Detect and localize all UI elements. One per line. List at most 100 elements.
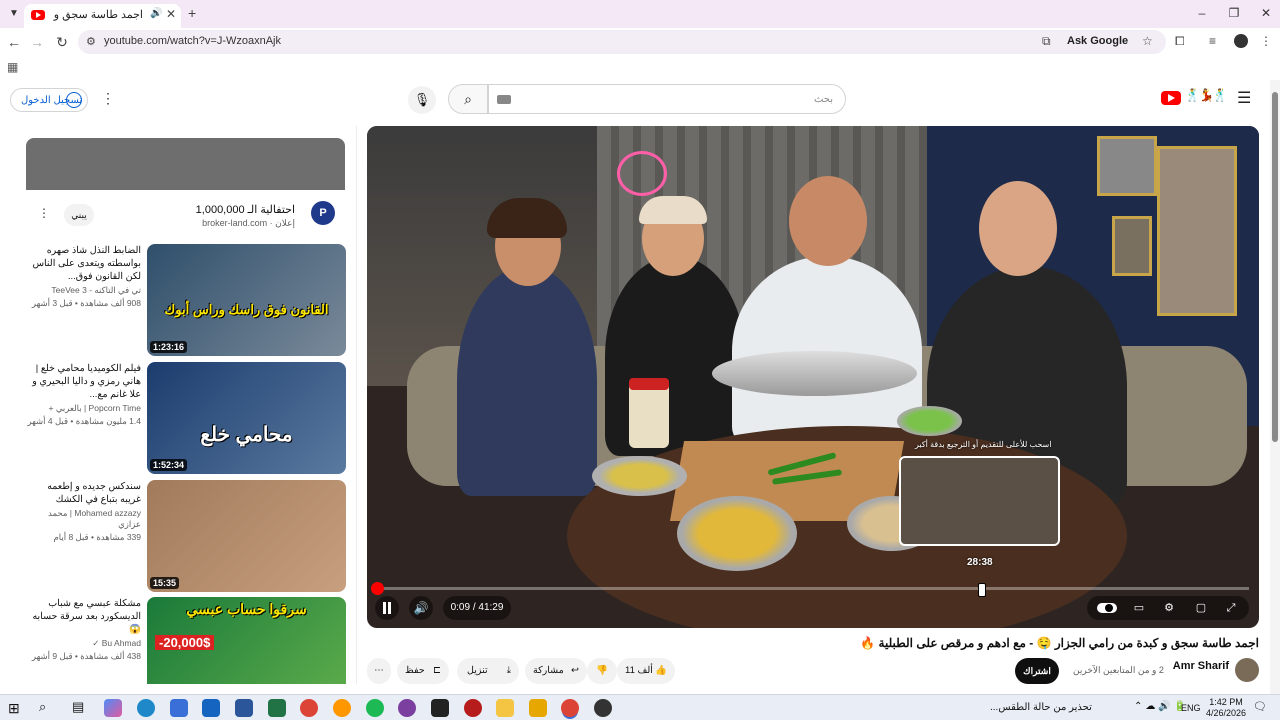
clock[interactable]: 1:42 PM 4/26/2026: [1204, 697, 1248, 719]
dislike-button[interactable]: 👎: [587, 658, 617, 684]
fullscreen-icon[interactable]: ⤢: [1219, 596, 1243, 620]
chrome-icon[interactable]: [300, 699, 318, 717]
start-menu-icon[interactable]: ⊞: [8, 700, 20, 717]
tab-search-icon[interactable]: ▼: [6, 6, 22, 22]
recommendation-thumbnail[interactable]: سرقوا حساب عبسي 20,000$-: [147, 597, 346, 684]
tab-close-icon[interactable]: ✕: [166, 7, 176, 21]
browser-tab[interactable]: اجمد طاسة سجق و كبدة مع 🔊 ✕: [24, 4, 181, 28]
recommendation-channel[interactable]: تي في التاكنه - TeeVee 3: [26, 285, 141, 296]
recommendation-thumbnail[interactable]: القانون فوق راسك وراس أبوك 1:23:16: [147, 244, 346, 356]
search-button[interactable]: ⌕: [448, 84, 488, 114]
save-button[interactable]: حفظ ⊏: [397, 658, 449, 684]
pause-button[interactable]: [375, 596, 399, 620]
word-icon[interactable]: [235, 699, 253, 717]
settings-gear-icon[interactable]: ⚙: [1157, 596, 1181, 620]
recommendation-item[interactable]: سرقوا حساب عبسي 20,000$- مشكلة عبسي مع ش…: [26, 597, 346, 684]
app-icon[interactable]: [529, 699, 547, 717]
address-bar[interactable]: ⚙ youtube.com/watch?v=J-WzoaxnAjk ⧉ Ask …: [78, 30, 1166, 54]
recommendation-title[interactable]: الضابط النذل شاذ صهره بواسطته ويتعدى على…: [26, 244, 141, 283]
copilot-icon[interactable]: [104, 699, 122, 717]
youtube-doodle[interactable]: 🕺💃🕺: [1185, 88, 1228, 102]
recommendation-item[interactable]: محامي خلع 1:52:34 فيلم الكوميديا محامي خ…: [26, 362, 346, 474]
recommendation-thumbnail[interactable]: 15:35: [147, 480, 346, 592]
recommendation-channel[interactable]: Mohamed azzazy | محمد عزازي: [26, 508, 141, 530]
extensions-icon[interactable]: ⧠: [1175, 34, 1185, 49]
recommendation-item[interactable]: 15:35 سندكس جديده و إطعمه غريبه بتباع في…: [26, 480, 346, 592]
task-view-icon[interactable]: ▤: [72, 699, 84, 715]
like-button[interactable]: 11 ألف 👍: [617, 658, 675, 684]
back-icon[interactable]: ←: [5, 34, 23, 50]
chrome-menu-icon[interactable]: ⋮: [1260, 34, 1272, 48]
spotify-icon[interactable]: [366, 699, 384, 717]
ad-menu-icon[interactable]: ⋮: [38, 206, 50, 220]
download-button[interactable]: تنزيل ⤓: [457, 658, 519, 684]
new-tab-icon[interactable]: +: [188, 5, 196, 21]
notifications-icon[interactable]: 🗨: [1253, 700, 1267, 713]
recommendation-title[interactable]: سندكس جديده و إطعمه غريبه بتباع في الكشك: [26, 480, 141, 506]
chrome-active-icon[interactable]: [561, 699, 579, 717]
recommendation-channel[interactable]: Bu Ahmad ✓: [26, 638, 141, 649]
close-window-icon[interactable]: ✕: [1256, 6, 1276, 20]
browser-icon[interactable]: [333, 699, 351, 717]
app-icon[interactable]: [398, 699, 416, 717]
time-display: 0:09 / 41:29: [443, 596, 511, 620]
tab-title: اجمد طاسة سجق و كبدة مع: [51, 9, 143, 21]
recommendation-item[interactable]: القانون فوق راسك وراس أبوك 1:23:16 الضاب…: [26, 244, 346, 356]
profile-avatar[interactable]: [1234, 34, 1248, 48]
store-icon[interactable]: [170, 699, 188, 717]
ad-cta-button[interactable]: يبني: [64, 204, 94, 226]
install-app-icon[interactable]: ⧉: [1042, 34, 1051, 49]
video-player[interactable]: اسحب للأعلى للتقديم أو الترجيع بدقة أكبر…: [367, 126, 1259, 628]
recommendation-thumbnail[interactable]: محامي خلع 1:52:34: [147, 362, 346, 474]
recommendation-channel[interactable]: Popcorn Time | بالعربي +: [26, 403, 142, 414]
bookmark-star-icon[interactable]: ☆: [1142, 34, 1153, 48]
media-controls-icon[interactable]: ≡: [1209, 34, 1216, 48]
edge-icon[interactable]: [137, 699, 155, 717]
apps-grid-icon[interactable]: ▦: [7, 60, 18, 74]
autoplay-toggle[interactable]: [1091, 596, 1123, 620]
voice-search-icon[interactable]: 🎙: [408, 86, 436, 114]
youtube-logo-icon[interactable]: [1161, 91, 1181, 105]
site-info-icon[interactable]: ⚙: [86, 35, 96, 48]
subscribe-button[interactable]: اشتراك: [1015, 658, 1059, 684]
excel-icon[interactable]: [268, 699, 286, 717]
app-icon[interactable]: [594, 699, 612, 717]
outlook-icon[interactable]: [202, 699, 220, 717]
like-count: 11 ألف: [625, 665, 653, 676]
forward-icon[interactable]: →: [28, 34, 46, 50]
app-icon[interactable]: [464, 699, 482, 717]
file-explorer-icon[interactable]: [496, 699, 514, 717]
ad-card[interactable]: P احتفالية الـ 1,000,000 إعلان · broker-…: [26, 138, 345, 248]
minimize-icon[interactable]: –: [1192, 6, 1212, 20]
ad-banner-image[interactable]: [26, 138, 345, 190]
weather-news[interactable]: تحذير من حالة الطقس...: [990, 702, 1092, 713]
progress-bar[interactable]: [377, 587, 1249, 590]
language-indicator[interactable]: ENG: [1181, 703, 1201, 713]
sign-in-button[interactable]: تسجيل الدخول: [10, 88, 88, 112]
subtitles-icon[interactable]: ▭: [1127, 596, 1151, 620]
taskbar-search-icon[interactable]: ⌕: [39, 699, 46, 715]
guide-menu-icon[interactable]: ☰: [1237, 88, 1251, 108]
theater-mode-icon[interactable]: ▢: [1189, 596, 1213, 620]
keyboard-icon[interactable]: [497, 95, 511, 104]
search-input[interactable]: بحث: [488, 84, 846, 114]
volume-icon[interactable]: 🔊: [409, 596, 433, 620]
page-scrollbar[interactable]: [1270, 80, 1280, 694]
restore-icon[interactable]: ❐: [1224, 6, 1244, 20]
progress-scrubber-handle[interactable]: [371, 582, 384, 595]
game-icon[interactable]: [431, 699, 449, 717]
tab-audio-icon[interactable]: 🔊: [150, 8, 162, 19]
ad-title[interactable]: احتفالية الـ 1,000,000: [196, 203, 295, 216]
channel-avatar[interactable]: [1235, 658, 1259, 682]
more-actions-icon[interactable]: ⋯: [367, 658, 391, 684]
recommendation-title[interactable]: مشكلة عبسي مع شباب الديسكورد بعد سرقة حس…: [26, 597, 141, 636]
recommendation-title[interactable]: فيلم الكوميديا محامي خلع | هاني رمزي و د…: [26, 362, 141, 401]
reload-icon[interactable]: ↻: [53, 34, 71, 51]
channel-name[interactable]: Amr Sharif: [1173, 660, 1229, 672]
ad-avatar[interactable]: P: [311, 201, 335, 225]
url-text[interactable]: youtube.com/watch?v=J-WzoaxnAjk: [104, 35, 281, 47]
settings-menu-icon[interactable]: ⋮: [101, 90, 115, 107]
ask-google-button[interactable]: Ask Google: [1067, 35, 1128, 47]
share-button[interactable]: مشاركة ↩: [525, 658, 587, 684]
scrollbar-thumb[interactable]: [1272, 92, 1278, 442]
